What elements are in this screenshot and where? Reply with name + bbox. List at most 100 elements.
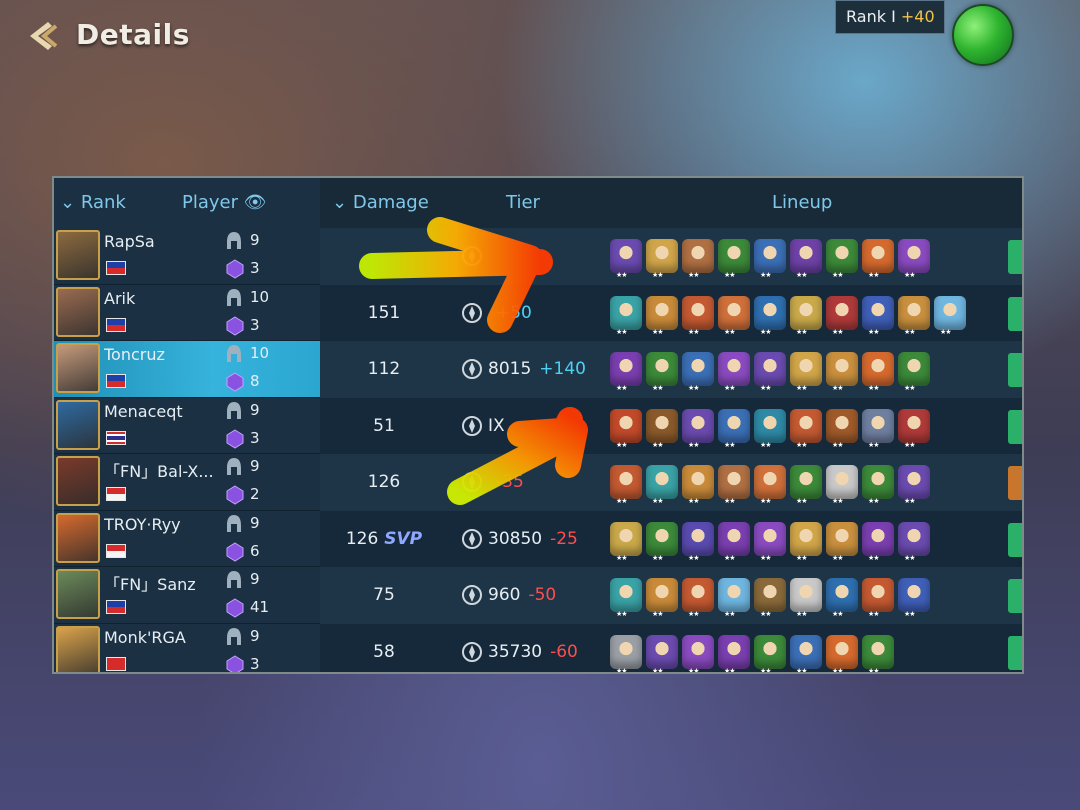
hero-unit-icon[interactable] [862, 465, 894, 505]
hero-unit-icon[interactable] [898, 465, 930, 505]
hero-unit-icon[interactable] [754, 408, 786, 449]
hero-unit-icon[interactable] [646, 408, 678, 449]
player-row[interactable]: 「FN」Sanz 9 41 [54, 567, 320, 624]
hero-unit-icon[interactable] [646, 578, 678, 618]
hero-unit-icon[interactable] [898, 408, 930, 449]
hero-unit-icon[interactable] [718, 634, 750, 672]
hero-unit-icon[interactable] [826, 634, 858, 672]
hero-unit-icon[interactable] [646, 465, 678, 505]
player-row[interactable]: Arik 10 3 [54, 285, 320, 341]
avatar[interactable] [56, 456, 100, 506]
hero-unit-icon[interactable] [718, 295, 750, 336]
hero-unit-icon[interactable] [898, 578, 930, 618]
hero-unit-icon[interactable] [862, 352, 894, 392]
hero-unit-icon[interactable] [682, 295, 714, 336]
avatar[interactable] [56, 512, 100, 563]
hero-unit-icon[interactable] [790, 352, 822, 392]
hero-unit-icon[interactable] [718, 239, 750, 279]
hero-unit-icon[interactable] [610, 465, 642, 505]
hero-unit-icon[interactable] [610, 352, 642, 392]
avatar[interactable] [56, 625, 100, 672]
eye-icon[interactable]: 👁 [244, 192, 267, 213]
hero-unit-icon[interactable] [790, 521, 822, 562]
avatar[interactable] [56, 343, 100, 393]
hero-unit-icon[interactable] [898, 352, 930, 392]
mode-icon[interactable] [1008, 353, 1022, 387]
avatar[interactable] [56, 569, 100, 619]
mode-icon[interactable] [1008, 635, 1022, 670]
player-row[interactable]: RapSa 9 3 [54, 228, 320, 285]
hero-unit-icon[interactable] [646, 521, 678, 562]
hero-unit-icon[interactable] [790, 465, 822, 505]
hero-unit-icon[interactable] [826, 578, 858, 618]
player-orb-icon[interactable] [952, 4, 1014, 66]
rank-header[interactable]: ⌄ Rank [60, 178, 126, 228]
hero-unit-icon[interactable] [718, 408, 750, 449]
hero-unit-icon[interactable] [754, 465, 786, 505]
mode-icon[interactable] [1008, 579, 1022, 613]
hero-unit-icon[interactable] [862, 521, 894, 562]
hero-unit-icon[interactable] [862, 239, 894, 279]
hero-unit-icon[interactable] [718, 521, 750, 562]
hero-unit-icon[interactable] [646, 295, 678, 336]
hero-unit-icon[interactable] [682, 239, 714, 279]
hero-unit-icon[interactable] [646, 239, 678, 279]
hero-unit-icon[interactable] [682, 521, 714, 562]
mode-icon[interactable] [1008, 240, 1022, 274]
hero-unit-icon[interactable] [898, 295, 930, 336]
hero-unit-icon[interactable] [682, 352, 714, 392]
hero-unit-icon[interactable] [754, 634, 786, 672]
player-row[interactable]: Monk'RGA 9 3 [54, 624, 320, 672]
hero-unit-icon[interactable] [754, 578, 786, 618]
avatar[interactable] [56, 286, 100, 337]
hero-unit-icon[interactable] [826, 408, 858, 449]
hero-unit-icon[interactable] [826, 239, 858, 279]
hero-unit-icon[interactable] [862, 634, 894, 672]
hero-unit-icon[interactable] [682, 578, 714, 618]
mode-icon[interactable] [1008, 296, 1022, 331]
mode-icon[interactable] [1008, 522, 1022, 557]
hero-unit-icon[interactable] [826, 465, 858, 505]
player-row[interactable]: TROY·Ryy 9 6 [54, 511, 320, 567]
damage-header[interactable]: ⌄ Damage [332, 178, 429, 228]
hero-unit-icon[interactable] [682, 408, 714, 449]
back-button[interactable] [22, 16, 62, 56]
hero-unit-icon[interactable] [790, 578, 822, 618]
hero-unit-icon[interactable] [682, 634, 714, 672]
hero-unit-icon[interactable] [790, 295, 822, 336]
player-row[interactable]: 「FN」Bal-X... 9 2 [54, 454, 320, 511]
mode-icon[interactable] [1008, 466, 1022, 500]
avatar[interactable] [56, 230, 100, 280]
hero-unit-icon[interactable] [790, 634, 822, 672]
hero-unit-icon[interactable] [754, 352, 786, 392]
hero-unit-icon[interactable] [610, 578, 642, 618]
player-row[interactable]: Menaceqt 9 3 [54, 398, 320, 454]
hero-unit-icon[interactable] [610, 634, 642, 672]
hero-unit-icon[interactable] [718, 465, 750, 505]
hero-unit-icon[interactable] [646, 634, 678, 672]
hero-unit-icon[interactable] [826, 352, 858, 392]
hero-unit-icon[interactable] [718, 578, 750, 618]
hero-unit-icon[interactable] [862, 295, 894, 336]
hero-unit-icon[interactable] [826, 295, 858, 336]
mode-icon[interactable] [1008, 409, 1022, 444]
hero-unit-icon[interactable] [610, 239, 642, 279]
hero-unit-icon[interactable] [826, 521, 858, 562]
hero-unit-icon[interactable] [610, 521, 642, 562]
hero-unit-icon[interactable] [610, 408, 642, 449]
hero-unit-icon[interactable] [646, 352, 678, 392]
hero-unit-icon[interactable] [898, 239, 930, 279]
hero-unit-icon[interactable] [790, 408, 822, 449]
hero-unit-icon[interactable] [862, 578, 894, 618]
hero-unit-icon[interactable] [862, 408, 894, 449]
hero-unit-icon[interactable] [754, 521, 786, 562]
hero-unit-icon[interactable] [682, 465, 714, 505]
hero-unit-icon[interactable] [898, 521, 930, 562]
player-header[interactable]: Player 👁 [182, 178, 267, 228]
hero-unit-icon[interactable] [718, 352, 750, 392]
player-row[interactable]: Toncruz 10 8 [54, 341, 320, 398]
hero-unit-icon[interactable] [934, 295, 966, 336]
hero-unit-icon[interactable] [790, 239, 822, 279]
hero-unit-icon[interactable] [754, 295, 786, 336]
hero-unit-icon[interactable] [754, 239, 786, 279]
